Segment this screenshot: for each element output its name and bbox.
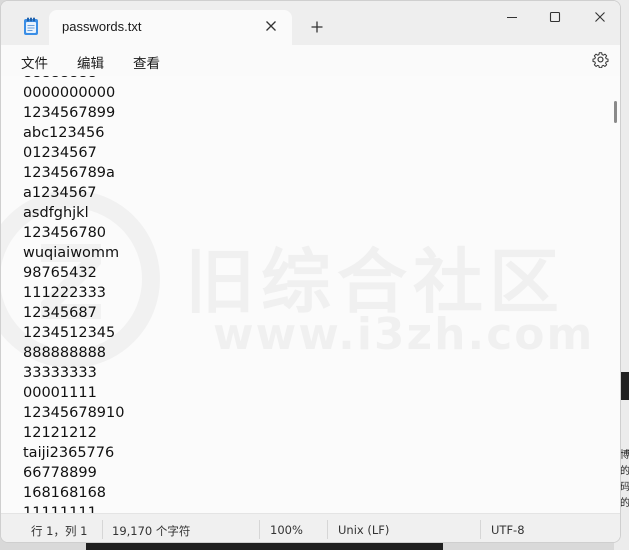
editor-line: abc123456 xyxy=(23,125,105,141)
status-line-ending: Unix (LF) xyxy=(338,523,390,537)
editor-line: 1234512345 xyxy=(23,325,116,341)
status-bar: 行 1，列 1 19,170 个字符 100% Unix (LF) UTF-8 xyxy=(1,513,620,542)
editor-line: 1234567899 xyxy=(23,105,116,121)
status-divider xyxy=(102,520,103,539)
watermark-url: www.i3zh.com xyxy=(213,309,594,360)
editor-line: 168168168 xyxy=(23,485,107,501)
scrollbar-thumb[interactable] xyxy=(614,101,617,123)
editor-line: 123456789a xyxy=(23,165,115,181)
editor-line: 111222333 xyxy=(23,285,107,301)
editor-line: 33333333 xyxy=(23,365,97,381)
close-tab-icon[interactable] xyxy=(263,18,279,34)
editor-line: 00001111 xyxy=(23,385,97,401)
tab-title: passwords.txt xyxy=(62,19,142,34)
menu-view[interactable]: 查看 xyxy=(133,52,160,72)
status-divider xyxy=(327,520,328,539)
notepad-icon xyxy=(24,17,38,35)
editor-line: 11111111 xyxy=(23,505,97,513)
editor-line: 12345678910 xyxy=(23,405,125,421)
editor-line: 888888888 xyxy=(23,345,107,361)
status-divider xyxy=(480,520,481,539)
text-editor[interactable]: 88888888 0000000000 1234567899 abc123456 012… xyxy=(1,76,620,513)
taskbar-fragment xyxy=(86,542,443,550)
editor-line: 66778899 xyxy=(23,465,97,481)
background-text-fragment: 博的码 的 xyxy=(620,450,629,509)
editor-line: 0000000000 xyxy=(23,85,116,101)
menu-bar: 文件 编辑 查看 xyxy=(1,45,620,76)
editor-line: wuqiaiwomm xyxy=(23,245,120,261)
editor-line: asdfghjkl xyxy=(23,205,89,221)
status-zoom[interactable]: 100% xyxy=(270,523,303,537)
editor-line: a1234567 xyxy=(23,185,97,201)
notepad-window: passwords.txt 文件 编辑 查看 88888888 000000000… xyxy=(0,0,621,543)
editor-line: 01234567 xyxy=(23,145,97,161)
status-divider xyxy=(259,520,260,539)
editor-line: 12345687 xyxy=(23,305,97,321)
maximize-icon[interactable] xyxy=(547,9,563,25)
plus-icon[interactable] xyxy=(310,20,324,34)
editor-line: 88888888 xyxy=(23,76,124,83)
watermark-title: 旧综合社区 xyxy=(185,226,565,327)
editor-line: 12121212 xyxy=(23,425,97,441)
editor-line: 98765432 xyxy=(23,265,97,281)
menu-file[interactable]: 文件 xyxy=(21,52,48,72)
title-bar: passwords.txt xyxy=(1,1,620,45)
editor-line: taiji2365776 xyxy=(23,445,115,461)
close-icon[interactable] xyxy=(592,9,608,25)
editor-lines: 88888888 0000000000 1234567899 abc123456 012… xyxy=(23,76,124,513)
minimize-icon[interactable] xyxy=(504,9,520,25)
gear-icon[interactable] xyxy=(592,51,609,68)
status-char-count: 19,170 个字符 xyxy=(112,524,191,538)
editor-line: 123456780 xyxy=(23,225,107,241)
status-position: 行 1，列 1 xyxy=(31,524,88,538)
menu-edit[interactable]: 编辑 xyxy=(77,52,104,72)
status-encoding: UTF-8 xyxy=(491,523,525,537)
tab-passwords[interactable]: passwords.txt xyxy=(49,10,292,45)
background-window-fragment xyxy=(620,372,629,400)
